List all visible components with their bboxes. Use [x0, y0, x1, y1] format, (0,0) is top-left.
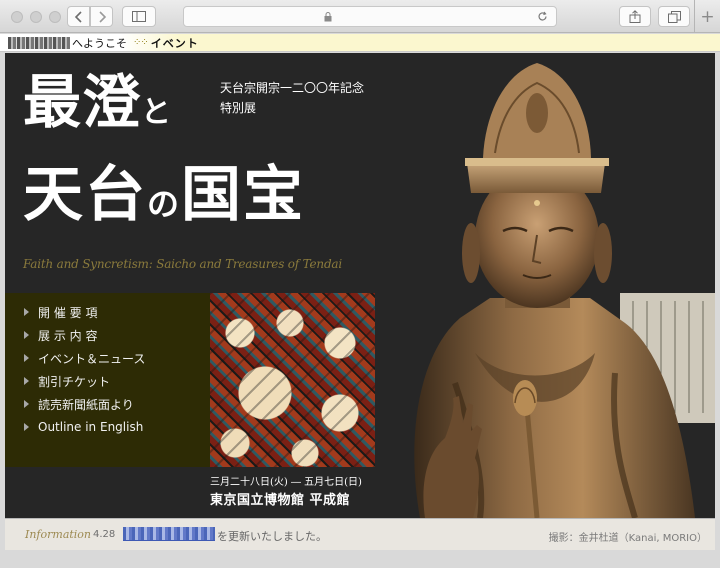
menu-item-newspaper[interactable]: 読売新聞紙面より — [5, 393, 210, 415]
breadcrumb-section[interactable]: イベント — [151, 35, 199, 51]
share-icon — [629, 10, 641, 23]
exhibition-title-line1: 最澄と — [23, 73, 172, 131]
chevron-left-icon — [74, 10, 82, 23]
exhibition-title-line2: 天台の国宝 — [23, 165, 305, 225]
plus-icon: + — [700, 6, 715, 27]
back-button[interactable] — [67, 6, 90, 27]
forward-button[interactable] — [90, 6, 113, 27]
title-national-treasures: 国宝 — [181, 160, 306, 230]
close-window-button[interactable] — [11, 11, 23, 23]
exhibition-page: 最澄と 天台の国宝 天台宗開宗一二〇〇年記念 特別展 Faith and Syn… — [5, 53, 715, 550]
menu-item-label: イベント＆ニュース — [38, 351, 146, 366]
share-button[interactable] — [619, 6, 651, 27]
menu-item-label: 読売新聞紙面より — [38, 397, 134, 412]
title-connector-to: と — [141, 95, 173, 130]
title-tendai: 天台 — [23, 160, 147, 230]
menu-item-label: Outline in English — [38, 420, 144, 434]
mandala-painting-image — [210, 293, 375, 467]
mandala-pattern — [210, 293, 375, 467]
menu-item-exhibits[interactable]: 展 示 内 容 — [5, 324, 210, 346]
menu-item-label: 開 催 要 項 — [38, 305, 98, 320]
menu-item-discount-tickets[interactable]: 割引チケット — [5, 370, 210, 392]
information-date: 4.28 — [93, 529, 116, 540]
menu-item-english-outline[interactable]: Outline in English — [5, 416, 210, 438]
sidebar-icon — [132, 11, 146, 22]
english-title: Faith and Syncretism: Saicho and Treasur… — [23, 257, 343, 271]
arrow-right-icon — [24, 377, 29, 385]
zoom-window-button[interactable] — [49, 11, 61, 23]
information-message: を更新いたしました。 — [217, 530, 327, 543]
new-tab-button[interactable]: + — [694, 0, 720, 33]
exhibition-venue: 東京国立博物館 平成館 — [210, 493, 351, 508]
menu-item-label: 割引チケット — [38, 374, 111, 389]
exhibition-menu: 開 催 要 項 展 示 内 容 イベント＆ニュース 割引チケット 読売新聞紙面よ… — [5, 293, 210, 467]
exhibition-type-text: 特別展 — [220, 101, 257, 115]
reload-icon[interactable] — [537, 11, 548, 22]
information-bar: Information 4.28 を更新いたしました。 撮影：金井杜道（Kana… — [5, 518, 715, 550]
information-link[interactable] — [123, 527, 215, 541]
exhibition-subtitle: 天台宗開宗一二〇〇年記念 特別展 — [220, 78, 364, 118]
menu-item-label: 展 示 内 容 — [38, 328, 98, 343]
tabs-icon — [667, 10, 681, 23]
photo-credit: 撮影：金井杜道（Kanai, MORIO） — [548, 533, 707, 544]
address-bar[interactable] — [183, 6, 557, 27]
arrow-right-icon — [24, 423, 29, 431]
minimize-window-button[interactable] — [30, 11, 42, 23]
chevron-right-icon — [98, 10, 106, 23]
grid-icon: ⁘⁘ — [133, 37, 149, 48]
arrow-right-icon — [24, 400, 29, 408]
title-saicho: 最澄 — [23, 68, 142, 136]
title-connector-no: の — [147, 185, 182, 223]
menu-item-overview[interactable]: 開 催 要 項 — [5, 301, 210, 323]
lock-icon — [324, 12, 332, 22]
breadcrumb: へようこそ ⁘⁘ イベント — [0, 34, 720, 52]
buddha-statue-image — [414, 63, 715, 518]
menu-item-events-news[interactable]: イベント＆ニュース — [5, 347, 210, 369]
browser-toolbar: + — [0, 0, 720, 33]
redacted-site-name — [8, 36, 70, 49]
information-label: Information — [25, 528, 92, 541]
breadcrumb-greeting: へようこそ — [72, 36, 127, 50]
arrow-right-icon — [24, 331, 29, 339]
arrow-right-icon — [24, 354, 29, 362]
arrow-right-icon — [24, 308, 29, 316]
sidebar-button[interactable] — [122, 6, 156, 27]
tabs-button[interactable] — [658, 6, 690, 27]
exhibition-dates: 三月二十八日(火) ― 五月七日(日) — [210, 477, 362, 488]
commemoration-text: 天台宗開宗一二〇〇年記念 — [220, 81, 365, 95]
page-footer-space — [0, 550, 720, 568]
